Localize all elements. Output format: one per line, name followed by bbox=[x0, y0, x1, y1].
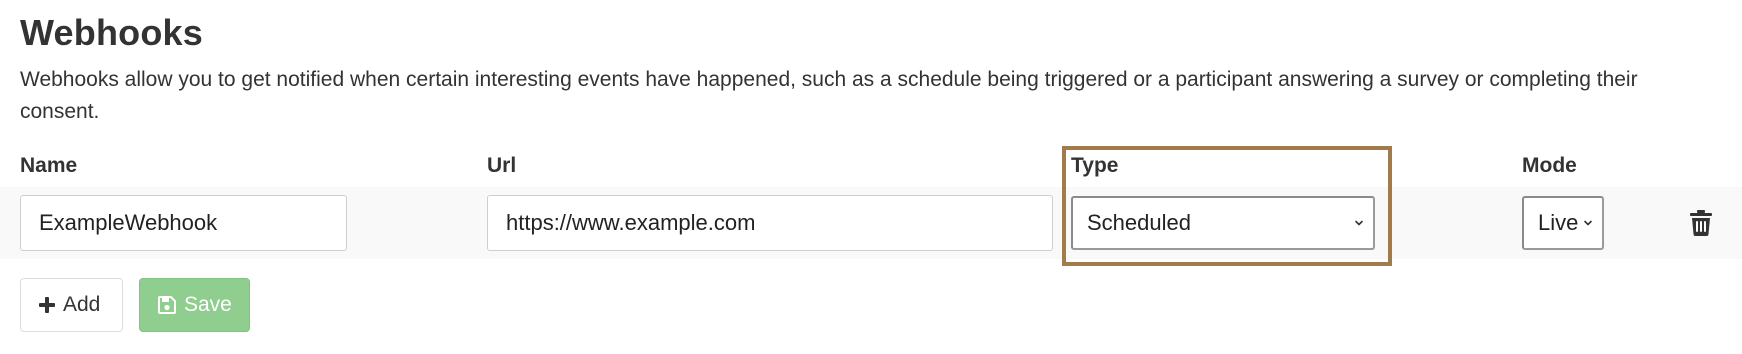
webhook-mode-value: Live bbox=[1538, 210, 1579, 235]
save-button-label: Save bbox=[184, 293, 232, 316]
column-header-type: Type bbox=[1071, 154, 1119, 177]
chevron-down-icon bbox=[1584, 220, 1592, 226]
column-header-name: Name bbox=[20, 154, 78, 177]
column-header-url: Url bbox=[487, 154, 517, 177]
webhook-type-value: Scheduled bbox=[1087, 210, 1191, 235]
chevron-down-icon bbox=[1355, 220, 1363, 226]
webhook-type-select[interactable]: Scheduled bbox=[1071, 196, 1375, 250]
plus-icon bbox=[39, 297, 55, 313]
page-description: Webhooks allow you to get notified when … bbox=[20, 68, 1638, 123]
save-button[interactable]: Save bbox=[139, 278, 250, 332]
column-header-mode: Mode bbox=[1522, 154, 1577, 177]
add-button[interactable]: Add bbox=[20, 278, 123, 332]
page-title: Webhooks bbox=[20, 12, 203, 53]
add-button-label: Add bbox=[63, 293, 101, 316]
webhook-name-input[interactable] bbox=[20, 195, 347, 251]
trash-icon[interactable] bbox=[1690, 210, 1712, 236]
floppy-disk-icon bbox=[158, 296, 176, 314]
webhook-url-input[interactable] bbox=[487, 195, 1053, 251]
webhook-mode-select[interactable]: Live bbox=[1522, 196, 1604, 250]
